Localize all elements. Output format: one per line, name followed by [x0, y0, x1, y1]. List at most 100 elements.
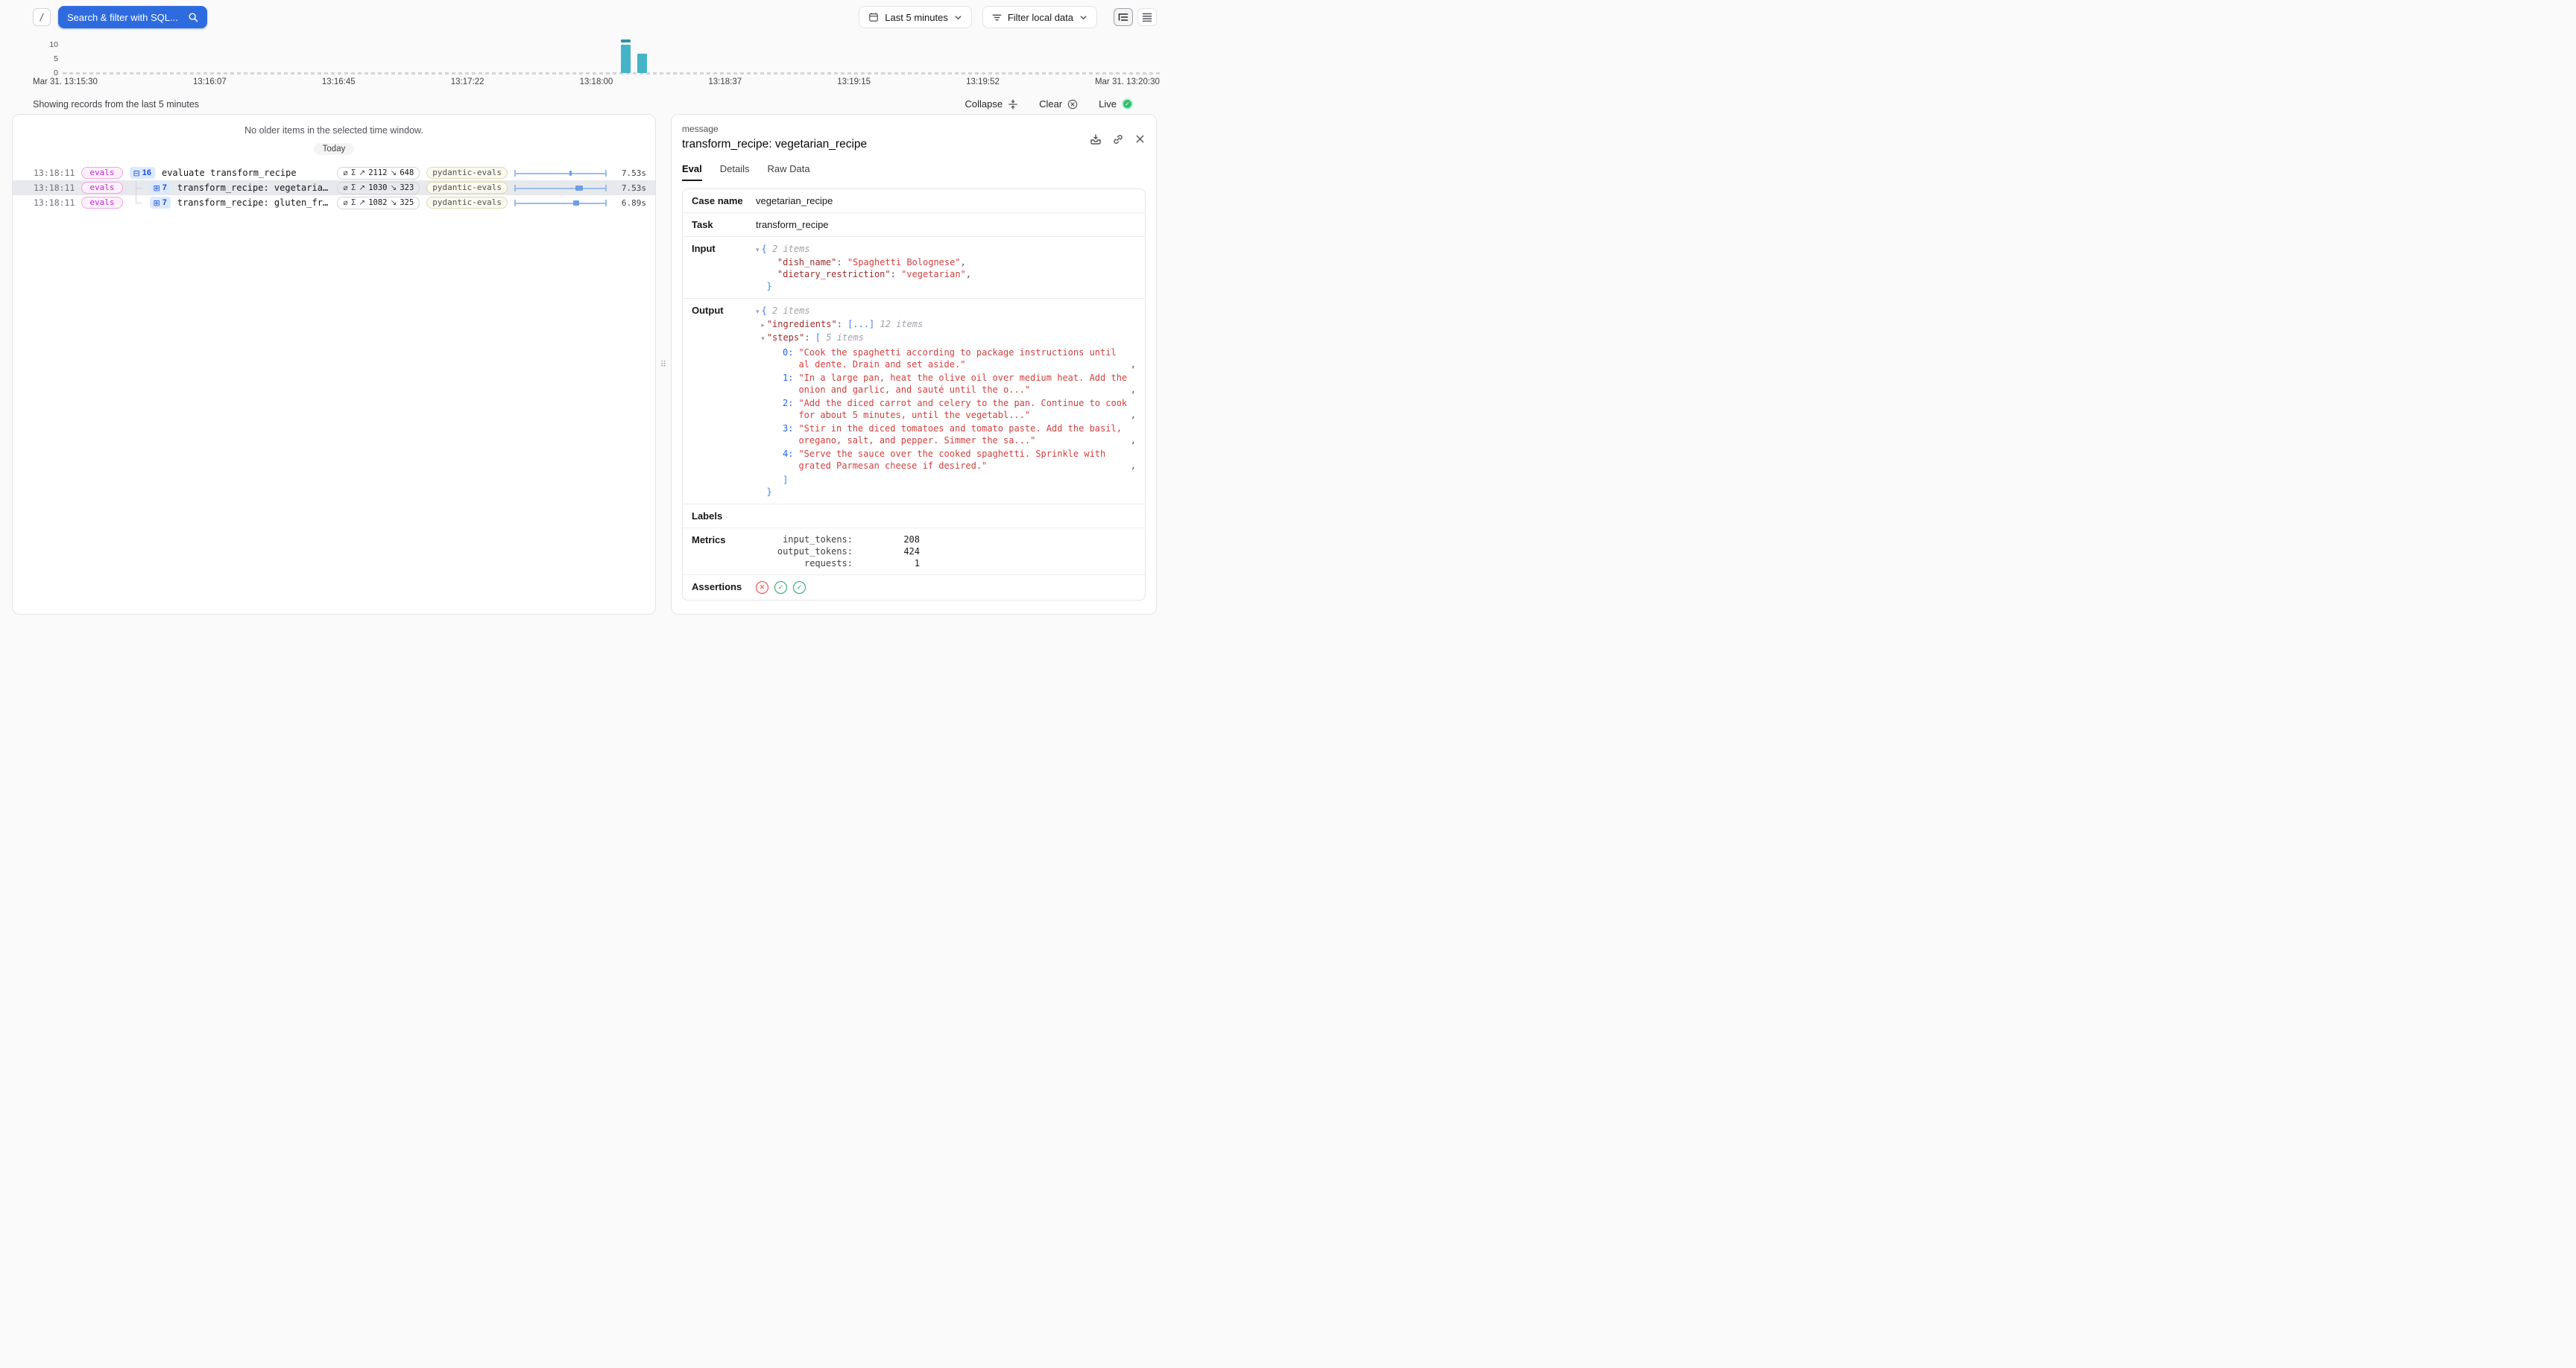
input-json-viewer[interactable]: ▾{ 2 items "dish_name": "Spaghetti Bolog… [756, 243, 1136, 292]
slash-shortcut-button[interactable]: / [33, 8, 51, 26]
timeline-section: 10 5 0 Mar 31. 13:15:30 13:16:07 13:16:4… [0, 34, 1169, 110]
chevron-down-icon [954, 13, 962, 22]
row-timestamp: 13:18:11 [34, 183, 75, 193]
x-axis: Mar 31. 13:15:30 13:16:07 13:16:45 13:17… [33, 77, 1160, 86]
null-count-icon: ⌀ [343, 198, 347, 207]
trace-row-gluten-free[interactable]: 13:18:11 evals ⊞ 7 transform_recipe: glu… [13, 195, 655, 210]
tab-eval[interactable]: Eval [682, 163, 702, 181]
collapse-icon [1008, 99, 1018, 110]
tab-details[interactable]: Details [720, 163, 750, 181]
archive-icon[interactable] [1090, 127, 1102, 151]
expand-box-icon: ⊞ [154, 184, 160, 192]
pydantic-evals-badge[interactable]: pydantic-evals [426, 182, 508, 194]
collapse-button[interactable]: Collapse [965, 98, 1018, 110]
field-task: Task transform_recipe [683, 213, 1145, 237]
field-case-name: Case name vegetarian_recipe [683, 189, 1145, 213]
span-count: 7 [162, 183, 167, 192]
metric-key: input_tokens: [756, 534, 853, 545]
input-tokens-arrow-icon: ↗ [359, 183, 365, 192]
span-name: transform_recipe: vegetarian_recipe [177, 183, 331, 193]
assertion-pass-icon[interactable]: ✓ [793, 581, 806, 594]
histogram-bar[interactable] [637, 54, 647, 73]
duration-text: 7.53s [613, 168, 646, 178]
trace-row-vegetarian[interactable]: 13:18:11 evals ⊞ 7 transform_recipe: veg… [13, 180, 655, 195]
zero-baseline [63, 72, 1160, 75]
x-tick: Mar 31. 13:20:30 [1095, 77, 1160, 86]
sql-search-label: Search & filter with SQL... [67, 12, 180, 23]
x-tick: 13:18:37 [708, 77, 742, 86]
tree-connector [130, 195, 143, 210]
assertion-pass-icon[interactable]: ✓ [774, 581, 787, 594]
span-count-chip[interactable]: ⊟ 16 [130, 167, 155, 179]
tree-view-icon [1118, 13, 1128, 22]
field-value: vegetarian_recipe [756, 195, 833, 206]
filter-label: Filter local data [1008, 12, 1073, 23]
x-tick: 13:16:45 [322, 77, 356, 86]
input-tokens-arrow-icon: ↗ [359, 198, 365, 207]
view-toggle-tree-button[interactable] [1114, 8, 1133, 26]
evals-tag[interactable]: evals [81, 182, 122, 194]
detail-title: transform_recipe: vegetarian_recipe [682, 138, 1090, 151]
records-status-text: Showing records from the last 5 minutes [33, 99, 199, 110]
metric-value: 424 [853, 546, 920, 557]
splitter-grip-icon[interactable]: ⠿ [660, 360, 666, 370]
live-label: Live [1099, 98, 1117, 110]
filter-local-data-dropdown[interactable]: Filter local data [982, 6, 1097, 28]
record-kind: message [682, 124, 1090, 134]
clear-button[interactable]: Clear [1039, 98, 1078, 110]
row-timestamp: 13:18:11 [34, 197, 75, 208]
x-tick: Mar 31. 13:15:30 [33, 77, 98, 86]
sql-search-button[interactable]: Search & filter with SQL... [58, 6, 207, 28]
records-histogram[interactable]: 10 5 0 [9, 39, 1160, 75]
pydantic-evals-badge[interactable]: pydantic-evals [426, 197, 508, 209]
span-name: evaluate transform_recipe [162, 168, 330, 178]
input-tokens-count: 1030 [368, 183, 387, 192]
field-label: Input [692, 243, 756, 292]
detail-header: message transform_recipe: vegetarian_rec… [672, 115, 1156, 151]
detail-tabs: Eval Details Raw Data [672, 151, 1156, 181]
assertion-fail-icon[interactable]: ✕ [756, 581, 768, 594]
span-name: transform_recipe: gluten_free_recipe [177, 197, 331, 208]
live-toggle[interactable]: Live ✓ [1099, 98, 1133, 110]
evals-tag[interactable]: evals [81, 167, 122, 179]
filter-icon [992, 13, 1002, 22]
time-range-dropdown[interactable]: Last 5 minutes [859, 6, 972, 28]
span-count-chip[interactable]: ⊞ 7 [150, 197, 171, 209]
view-toggle-list-button[interactable] [1137, 8, 1157, 26]
field-value: transform_recipe [756, 219, 829, 230]
field-label: Metrics [692, 534, 756, 569]
field-label: Output [692, 305, 756, 498]
detail-body: Case name vegetarian_recipe Task transfo… [672, 181, 1156, 614]
collapse-label: Collapse [965, 98, 1003, 110]
chevron-down-icon [1079, 13, 1087, 22]
calendar-icon [868, 12, 879, 22]
output-tokens-arrow-icon: ↘ [391, 198, 397, 207]
clear-label: Clear [1039, 98, 1062, 110]
trace-list-panel: No older items in the selected time wind… [12, 114, 656, 615]
span-count-chip[interactable]: ⊞ 7 [150, 182, 171, 194]
pydantic-evals-badge[interactable]: pydantic-evals [426, 167, 508, 179]
trace-row-evaluate[interactable]: 13:18:11 evals ⊟ 16 evaluate transform_r… [13, 165, 655, 180]
panel-splitter[interactable]: ⠿ [656, 114, 671, 615]
x-tick: 13:19:52 [966, 77, 1000, 86]
output-json-viewer[interactable]: ▾{ 2 items ▸"ingredients": [...] 12 item… [756, 305, 1136, 498]
x-tick: 13:16:07 [193, 77, 227, 86]
empty-window-notice: No older items in the selected time wind… [13, 125, 655, 136]
top-bar-right: Last 5 minutes Filter local data [859, 6, 1157, 28]
assertion-results: ✕ ✓ ✓ [756, 581, 806, 594]
histogram-bar[interactable] [621, 45, 631, 73]
output-tokens-arrow-icon: ↘ [391, 183, 397, 192]
tab-raw-data[interactable]: Raw Data [768, 163, 810, 181]
duration-bar [514, 169, 607, 177]
duration-bar [514, 199, 607, 207]
time-range-label: Last 5 minutes [885, 12, 948, 23]
field-label: Assertions [692, 581, 756, 594]
x-tick: 13:18:00 [580, 77, 613, 86]
close-icon[interactable] [1134, 127, 1146, 151]
main-content: No older items in the selected time wind… [0, 110, 1169, 621]
evals-tag[interactable]: evals [81, 197, 122, 209]
y-tick: 5 [30, 54, 58, 63]
link-icon[interactable] [1112, 127, 1124, 151]
view-toggle-group [1114, 8, 1157, 26]
metric-value: 208 [853, 534, 920, 545]
